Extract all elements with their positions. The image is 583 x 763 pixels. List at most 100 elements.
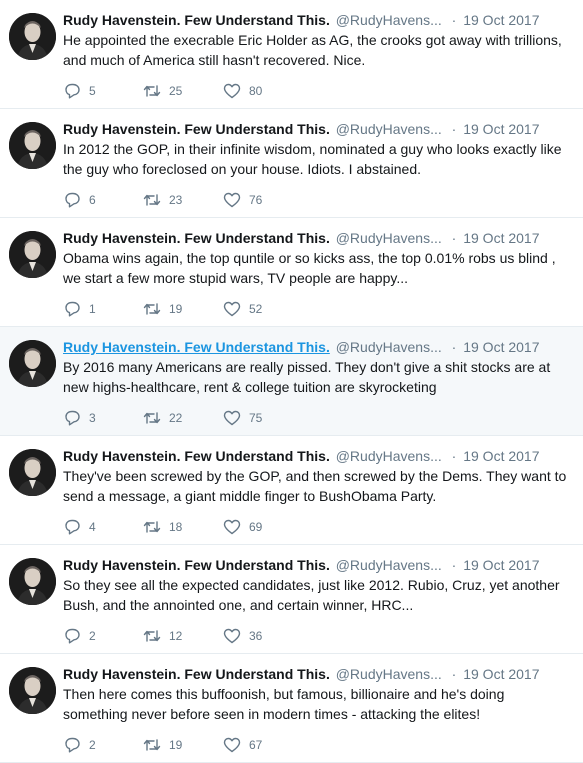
tweet-timestamp[interactable]: 19 Oct 2017 [463,448,539,464]
avatar[interactable] [9,449,56,496]
reply-button[interactable]: 1 [63,301,143,317]
author-name[interactable]: Rudy Havenstein. Few Understand This. [63,12,330,28]
reply-icon [65,628,80,644]
avatar[interactable] [9,340,56,387]
separator-dot: · [451,339,457,355]
reply-count: 5 [89,84,96,98]
tweet-actions: 5 25 80 [63,83,303,99]
tweet-text: They've been screwed by the GOP, and the… [63,468,567,504]
author-handle[interactable]: @RudyHavens... [336,448,442,464]
reply-button[interactable]: 5 [63,83,143,99]
retweet-button[interactable]: 19 [143,301,223,317]
separator-dot: · [451,557,457,573]
tweet-timestamp[interactable]: 19 Oct 2017 [463,230,539,246]
retweet-button[interactable]: 12 [143,628,223,644]
author-handle[interactable]: @RudyHavens... [336,339,442,355]
reply-icon [65,301,80,317]
author-name[interactable]: Rudy Havenstein. Few Understand This. [63,339,330,355]
avatar[interactable] [9,667,56,714]
tweet-timestamp[interactable]: 19 Oct 2017 [463,557,539,573]
tweet-header: Rudy Havenstein. Few Understand This. @R… [63,11,573,29]
tweet[interactable]: Rudy Havenstein. Few Understand This. @R… [0,327,583,436]
retweet-button[interactable]: 23 [143,192,223,208]
reply-button[interactable]: 4 [63,519,143,535]
like-count: 75 [249,411,263,425]
tweet[interactable]: Rudy Havenstein. Few Understand This. @R… [0,436,583,545]
retweet-button[interactable]: 22 [143,410,223,426]
like-button[interactable]: 69 [223,519,303,535]
reply-button[interactable]: 2 [63,737,143,753]
like-button[interactable]: 52 [223,301,303,317]
retweet-count: 18 [169,520,183,534]
heart-icon [223,301,241,317]
retweet-icon [143,303,161,315]
tweet-actions: 2 12 36 [63,628,303,644]
like-button[interactable]: 36 [223,628,303,644]
avatar[interactable] [9,231,56,278]
heart-icon [223,628,241,644]
tweet-timestamp[interactable]: 19 Oct 2017 [463,121,539,137]
author-handle[interactable]: @RudyHavens... [336,557,442,573]
tweet-header: Rudy Havenstein. Few Understand This. @R… [63,447,573,465]
retweet-icon [143,194,161,206]
author-name[interactable]: Rudy Havenstein. Few Understand This. [63,230,330,246]
separator-dot: · [451,121,457,137]
retweet-count: 25 [169,84,183,98]
heart-icon [223,192,241,208]
reply-button[interactable]: 3 [63,410,143,426]
author-name[interactable]: Rudy Havenstein. Few Understand This. [63,666,330,682]
tweet-actions: 3 22 75 [63,410,303,426]
tweet-timestamp[interactable]: 19 Oct 2017 [463,339,539,355]
author-handle[interactable]: @RudyHavens... [336,121,442,137]
author-name[interactable]: Rudy Havenstein. Few Understand This. [63,121,330,137]
reply-button[interactable]: 6 [63,192,143,208]
reply-count: 3 [89,411,96,425]
reply-button[interactable]: 2 [63,628,143,644]
tweet-timestamp[interactable]: 19 Oct 2017 [463,12,539,28]
retweet-button[interactable]: 18 [143,519,223,535]
author-handle[interactable]: @RudyHavens... [336,230,442,246]
tweet[interactable]: Rudy Havenstein. Few Understand This. @R… [0,109,583,218]
reply-count: 6 [89,193,96,207]
tweet-actions: 1 19 52 [63,301,303,317]
tweet-text: So they see all the expected candidates,… [63,577,560,613]
tweet[interactable]: Rudy Havenstein. Few Understand This. @R… [0,218,583,327]
tweet-timestamp[interactable]: 19 Oct 2017 [463,666,539,682]
reply-count: 4 [89,520,96,534]
like-button[interactable]: 80 [223,83,303,99]
retweet-count: 19 [169,302,183,316]
tweet-actions: 4 18 69 [63,519,303,535]
author-name[interactable]: Rudy Havenstein. Few Understand This. [63,448,330,464]
tweet[interactable]: Rudy Havenstein. Few Understand This. @R… [0,545,583,654]
like-button[interactable]: 67 [223,737,303,753]
like-button[interactable]: 75 [223,410,303,426]
retweet-icon [143,521,161,533]
like-count: 67 [249,738,263,752]
separator-dot: · [451,230,457,246]
avatar[interactable] [9,13,56,60]
heart-icon [223,83,241,99]
tweet[interactable]: Rudy Havenstein. Few Understand This. @R… [0,0,583,109]
retweet-count: 19 [169,738,183,752]
avatar[interactable] [9,558,56,605]
author-name[interactable]: Rudy Havenstein. Few Understand This. [63,557,330,573]
tweet-text: He appointed the execrable Eric Holder a… [63,32,562,68]
avatar[interactable] [9,122,56,169]
author-handle[interactable]: @RudyHavens... [336,12,442,28]
reply-count: 1 [89,302,96,316]
tweet-header: Rudy Havenstein. Few Understand This. @R… [63,229,573,247]
like-button[interactable]: 76 [223,192,303,208]
tweet-text: Obama wins again, the top quntile or so … [63,250,556,286]
retweet-button[interactable]: 19 [143,737,223,753]
retweet-button[interactable]: 25 [143,83,223,99]
tweet[interactable]: Rudy Havenstein. Few Understand This. @R… [0,654,583,763]
tweet-feed: Rudy Havenstein. Few Understand This. @R… [0,0,583,763]
retweet-icon [143,85,161,97]
separator-dot: · [451,12,457,28]
reply-icon [65,410,80,426]
retweet-icon [143,739,161,751]
author-handle[interactable]: @RudyHavens... [336,666,442,682]
tweet-header: Rudy Havenstein. Few Understand This. @R… [63,556,573,574]
reply-icon [65,192,80,208]
heart-icon [223,410,241,426]
